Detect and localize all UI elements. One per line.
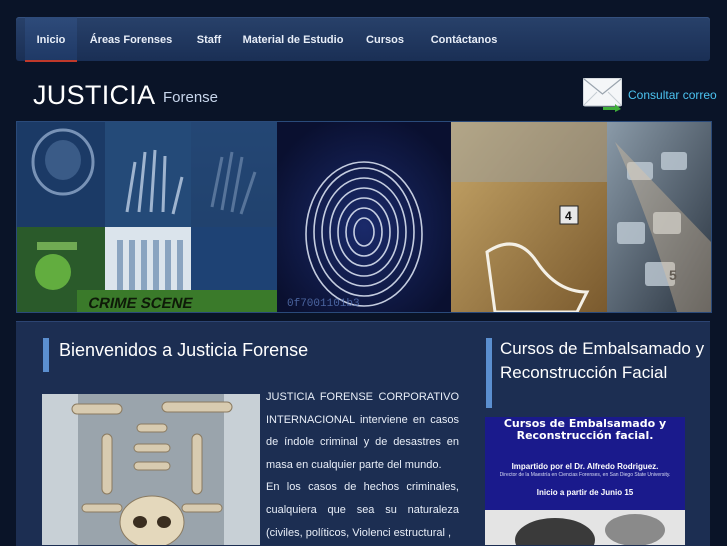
ad-instructor-detail: Director de la Maestría en Ciencias Fore… [499, 472, 671, 478]
svg-text:4: 4 [565, 209, 572, 223]
course-ad-banner[interactable]: Cursos de Embalsamado y Reconstrucción f… [485, 417, 685, 545]
sidebar-accent-bar [486, 338, 492, 408]
nav-item-inicio[interactable]: Inicio [25, 17, 77, 62]
heading-accent-bar [43, 338, 49, 372]
ad-start-date: Inicio a partir de Junio 15 [536, 488, 634, 497]
ad-title: Cursos de Embalsamado y Reconstrucción f… [503, 417, 667, 442]
skeleton-photo [42, 394, 260, 545]
nav-item-material-de-estudio[interactable]: Material de Estudio [242, 17, 344, 61]
nav-item-cursos[interactable]: Cursos [361, 17, 409, 61]
envelope-icon[interactable] [582, 77, 623, 112]
main-nav: Inicio Áreas Forenses Staff Material de … [16, 17, 710, 62]
svg-text:CRIME SCENE: CRIME SCENE [87, 295, 195, 312]
site-subtitle: Forense [163, 89, 219, 106]
svg-text:0f7001101b3: 0f7001101b3 [287, 298, 360, 310]
intro-paragraph-1: JUSTICIA FORENSE CORPORATIVO INTERNACION… [266, 391, 459, 471]
ad-instructor: Impartido por el Dr. Alfredo Rodriguez. [511, 462, 659, 471]
nav-item-areas-forenses[interactable]: Áreas Forenses [83, 17, 179, 61]
forensic-collage-image: CRIME SCENE 0f7001101b3 4 5 [16, 121, 712, 313]
nav-item-staff[interactable]: Staff [191, 17, 227, 61]
welcome-title: Bienvenidos a Justicia Forense [59, 340, 309, 360]
ad-photo [485, 510, 685, 545]
nav-item-contactanos[interactable]: Contáctanos [425, 17, 503, 61]
intro-text: JUSTICIA FORENSE CORPORATIVO INTERNACION… [266, 386, 459, 544]
consultar-correo-link[interactable]: Consultar correo [628, 88, 717, 102]
site-title: JUSTICIA [33, 80, 156, 110]
intro-paragraph-2: En los casos de hechos criminales, cualq… [266, 481, 459, 539]
courses-title: Cursos de Embalsamado y Reconstrucción F… [500, 339, 705, 382]
